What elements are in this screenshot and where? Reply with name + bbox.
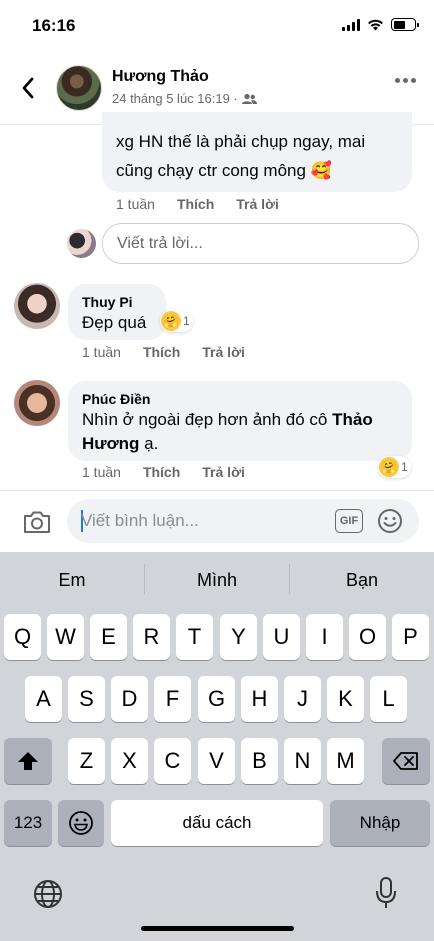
reply-button[interactable]: Trả lời <box>202 344 245 360</box>
status-time: 16:16 <box>32 16 76 35</box>
key[interactable]: R <box>133 614 170 660</box>
author-name[interactable]: Hương Thảo <box>112 68 209 86</box>
globe-icon[interactable] <box>33 879 63 909</box>
mention-tag[interactable]: Thảo <box>332 410 373 429</box>
key[interactable]: C <box>154 738 191 784</box>
key[interactable]: E <box>90 614 127 660</box>
comment-actions: 1 tuần Thích Trả lời <box>82 344 245 360</box>
key[interactable]: G <box>198 676 235 722</box>
comment-actions: 1 tuần Thích Trả lời <box>82 464 245 480</box>
comment-text: ạ. <box>139 434 159 453</box>
emoji-keyboard-icon <box>69 811 93 835</box>
key[interactable]: V <box>198 738 235 784</box>
comment-bubble[interactable]: Thuy Pi Đẹp quá <box>68 284 166 340</box>
microphone-icon[interactable] <box>374 876 398 910</box>
key[interactable]: M <box>327 738 364 784</box>
current-user-avatar <box>67 229 96 258</box>
comment-bubble[interactable]: Phúc Điền Nhìn ở ngoài đẹp hơn ảnh đó cô… <box>68 381 412 461</box>
key[interactable]: P <box>392 614 429 660</box>
numbers-key[interactable]: 123 <box>4 800 52 846</box>
more-options-button[interactable] <box>395 78 416 83</box>
suggestion-bar: Em Mình Bạn <box>0 552 434 610</box>
comment-input[interactable]: Viết bình luận... GIF <box>67 499 419 543</box>
post-header: Hương Thảo 24 tháng 5 lúc 16:19 · <box>0 60 434 120</box>
suggestion-item[interactable]: Mình <box>145 570 289 591</box>
home-indicator[interactable] <box>141 926 294 931</box>
comment-time: 1 tuần <box>116 196 155 212</box>
reaction-badge[interactable]: 🤗 1 <box>160 310 193 332</box>
author-avatar[interactable] <box>56 65 102 111</box>
key[interactable]: K <box>327 676 364 722</box>
reply-button[interactable]: Trả lời <box>202 464 245 480</box>
comment-text-line: Hương ạ. <box>82 430 158 458</box>
comment-time: 1 tuần <box>82 344 121 360</box>
key[interactable]: Y <box>220 614 257 660</box>
key[interactable]: U <box>263 614 300 660</box>
key[interactable]: B <box>241 738 278 784</box>
return-key[interactable]: Nhập <box>330 800 430 846</box>
emoji-icon[interactable] <box>377 508 403 534</box>
key[interactable]: S <box>68 676 105 722</box>
care-reaction-icon: 🤗 <box>161 311 181 331</box>
care-reaction-icon: 🤗 <box>379 457 399 477</box>
comment-actions: 1 tuần Thích Trả lời <box>116 196 279 212</box>
gif-button[interactable]: GIF <box>335 509 363 533</box>
like-button[interactable]: Thích <box>143 344 180 360</box>
like-button[interactable]: Thích <box>143 464 180 480</box>
friends-privacy-icon <box>241 93 257 104</box>
key[interactable]: Z <box>68 738 105 784</box>
key[interactable]: N <box>284 738 321 784</box>
key[interactable]: J <box>284 676 321 722</box>
comment-bubble[interactable]: xg HN thế là phải chụp ngay, mai cũng ch… <box>102 112 412 192</box>
wifi-icon <box>368 19 383 30</box>
backspace-icon <box>393 752 418 770</box>
like-button[interactable]: Thích <box>177 196 214 212</box>
suggestion-item[interactable]: Bạn <box>290 570 434 591</box>
key[interactable]: F <box>154 676 191 722</box>
key[interactable]: T <box>176 614 213 660</box>
shift-key[interactable] <box>4 738 52 784</box>
reaction-count: 1 <box>401 460 408 474</box>
comment-text: Nhìn ở ngoài đẹp hơn ảnh đó cô <box>82 410 333 429</box>
comment-text: Đẹp quá <box>82 313 147 332</box>
key[interactable]: D <box>111 676 148 722</box>
backspace-key[interactable] <box>382 738 430 784</box>
emoji-key[interactable] <box>58 800 104 846</box>
shift-arrow-icon <box>18 752 38 770</box>
commenter-avatar[interactable] <box>14 380 60 426</box>
suggestion-item[interactable]: Em <box>0 570 144 591</box>
post-timestamp: 24 tháng 5 lúc 16:19 · <box>112 91 238 106</box>
status-icons <box>342 18 419 31</box>
key[interactable]: H <box>241 676 278 722</box>
cellular-signal-icon <box>342 18 360 31</box>
reply-input[interactable]: Viết trả lời... <box>102 223 419 264</box>
comment-text-line: cũng chạy ctr cong mông 🥰 <box>116 161 332 180</box>
mention-tag[interactable]: Hương <box>82 434 139 453</box>
reply-button[interactable]: Trả lời <box>236 196 279 212</box>
on-screen-keyboard: Em Mình Bạn Q W E R T Y U I O P A S D F … <box>0 552 434 941</box>
status-bar: 16:16 <box>0 0 434 52</box>
comment-text-line: xg HN thế là phải chụp ngay, mai <box>116 132 366 151</box>
back-button[interactable] <box>14 74 42 102</box>
reaction-badge[interactable]: 🤗 1 <box>378 456 411 478</box>
key[interactable]: W <box>47 614 84 660</box>
space-key[interactable]: dấu cách <box>111 800 323 846</box>
camera-icon[interactable] <box>22 509 52 535</box>
reaction-count: 1 <box>183 314 190 328</box>
key[interactable]: I <box>306 614 343 660</box>
post-meta: 24 tháng 5 lúc 16:19 · <box>112 91 257 106</box>
chevron-left-icon <box>22 77 34 99</box>
key[interactable]: Q <box>4 614 41 660</box>
key[interactable]: O <box>349 614 386 660</box>
comment-input-placeholder: Viết bình luận... <box>81 511 199 530</box>
key[interactable]: X <box>111 738 148 784</box>
key[interactable]: A <box>25 676 62 722</box>
commenter-avatar[interactable] <box>14 283 60 329</box>
key[interactable]: L <box>370 676 407 722</box>
battery-icon <box>391 18 419 31</box>
comment-time: 1 tuần <box>82 464 121 480</box>
comment-composer: Viết bình luận... GIF <box>0 490 434 552</box>
